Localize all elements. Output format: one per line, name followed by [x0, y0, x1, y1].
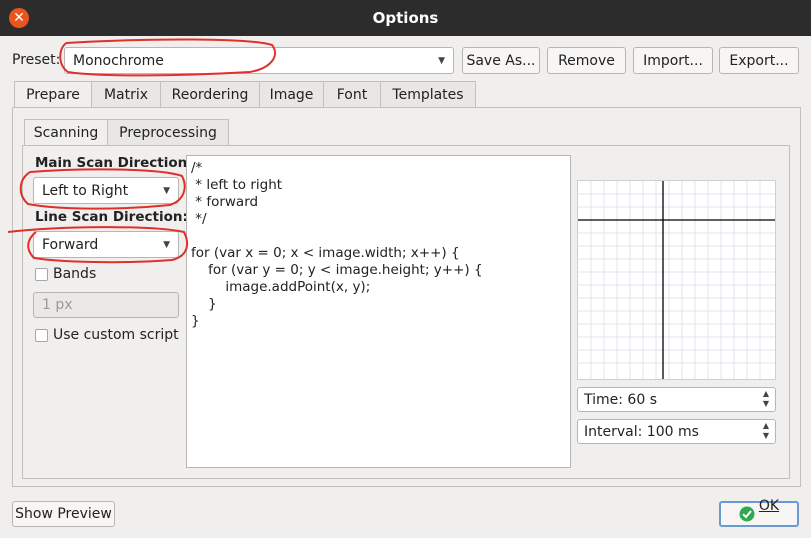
- tab-font[interactable]: Font: [323, 81, 381, 108]
- time-spinbox[interactable]: Time: 60 s ▲ ▼: [577, 387, 776, 412]
- main-scan-direction-value: Left to Right: [42, 182, 129, 199]
- show-preview-label: Show Preview: [15, 506, 112, 522]
- chevron-down-icon: ▼: [163, 239, 170, 250]
- chevron-down-icon: ▼: [163, 185, 170, 196]
- export-label: Export...: [729, 52, 789, 69]
- sub-tab-bar: Scanning Preprocessing: [24, 119, 229, 146]
- bands-label: Bands: [53, 266, 97, 282]
- chevron-down-icon: ▼: [438, 55, 445, 66]
- custom-script-checkbox[interactable]: [35, 329, 48, 342]
- scan-preview-grid: [577, 180, 776, 380]
- save-as-button[interactable]: Save As...: [462, 47, 540, 74]
- bands-width-spinbox[interactable]: 1 px: [33, 292, 179, 318]
- title-bar: ✕ Options: [0, 0, 811, 36]
- checkmark-icon: [739, 506, 755, 522]
- main-tab-bar: Prepare Matrix Reordering Image Font Tem…: [14, 81, 476, 108]
- line-scan-direction-label: Line Scan Direction:: [35, 209, 188, 225]
- ok-content: OK: [721, 498, 797, 522]
- script-text: /* * left to right * forward */ for (var…: [191, 160, 483, 329]
- time-value: Time: 60 s: [584, 391, 657, 408]
- ok-button[interactable]: OK: [719, 498, 799, 527]
- tab-templates[interactable]: Templates: [380, 81, 476, 108]
- tab-matrix[interactable]: Matrix: [91, 81, 161, 108]
- save-as-label: Save As...: [466, 52, 536, 69]
- line-scan-direction-select[interactable]: Forward ▼: [33, 231, 179, 258]
- spin-arrows-icon[interactable]: ▲ ▼: [760, 421, 772, 441]
- interval-spinbox[interactable]: Interval: 100 ms ▲ ▼: [577, 419, 776, 444]
- interval-value: Interval: 100 ms: [584, 423, 699, 440]
- custom-script-label: Use custom script: [53, 327, 179, 343]
- main-scan-direction-label: Main Scan Direction:: [35, 155, 193, 171]
- import-button[interactable]: Import...: [633, 47, 713, 74]
- remove-button[interactable]: Remove: [547, 47, 626, 74]
- show-preview-button[interactable]: Show Preview: [12, 501, 115, 527]
- ok-label: OK: [758, 498, 780, 514]
- preset-label: Preset:: [12, 52, 61, 68]
- bands-checkbox[interactable]: [35, 268, 48, 281]
- spin-arrows-icon[interactable]: ▲ ▼: [760, 389, 772, 409]
- bands-width-value: 1 px: [42, 297, 73, 313]
- tab-image[interactable]: Image: [259, 81, 324, 108]
- preset-select[interactable]: Monochrome ▼: [64, 47, 454, 74]
- export-button[interactable]: Export...: [719, 47, 799, 74]
- main-scan-direction-select[interactable]: Left to Right ▼: [33, 177, 179, 204]
- tab-prepare[interactable]: Prepare: [14, 81, 92, 108]
- script-editor[interactable]: /* * left to right * forward */ for (var…: [186, 155, 571, 468]
- preset-value: Monochrome: [73, 52, 164, 69]
- tab-scanning[interactable]: Scanning: [24, 119, 108, 146]
- line-scan-direction-value: Forward: [42, 236, 99, 253]
- window-title: Options: [372, 9, 439, 27]
- tab-preprocessing[interactable]: Preprocessing: [107, 119, 229, 146]
- remove-label: Remove: [558, 52, 615, 69]
- import-label: Import...: [643, 52, 703, 69]
- tab-reordering[interactable]: Reordering: [160, 81, 260, 108]
